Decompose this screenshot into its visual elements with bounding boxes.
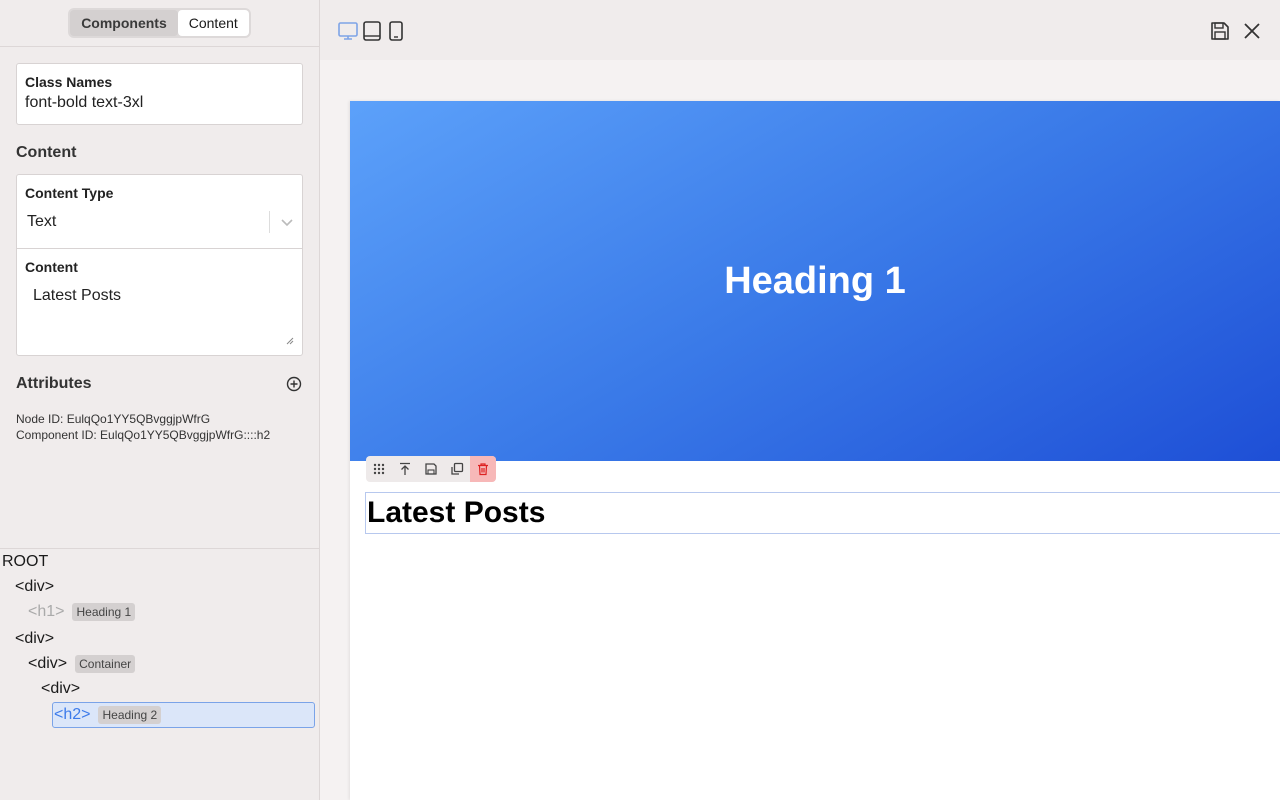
content-type-select[interactable]: Text: [25, 209, 294, 235]
tree-node-tag: <div>: [15, 578, 55, 595]
sidebar-tabbar: Components Content: [0, 0, 319, 47]
tree-node-div[interactable]: <div>: [41, 680, 80, 698]
save-icon[interactable]: [1209, 20, 1231, 42]
tree-node-tag: <div>: [41, 680, 81, 697]
delete-button[interactable]: [470, 456, 496, 482]
tree-root-label: ROOT: [2, 553, 49, 570]
tree-node-badge: Heading 2: [98, 706, 162, 724]
tree-node-tag: <div>: [15, 630, 55, 647]
duplicate-button[interactable]: [444, 456, 470, 482]
content-textarea[interactable]: Latest Posts: [25, 283, 294, 345]
select-separator: [269, 211, 270, 233]
hero-heading[interactable]: Heading 1: [724, 260, 906, 303]
drag-handle-button[interactable]: [366, 456, 392, 482]
content-type-field: Content Type Text: [16, 174, 303, 249]
content-type-value: Text: [27, 213, 57, 230]
desktop-view-icon[interactable]: [337, 20, 359, 42]
attributes-title: Attributes: [16, 375, 92, 392]
selected-heading-frame[interactable]: Latest Posts: [365, 492, 1280, 534]
layer-tree: ROOT <div> <h1> Heading 1 <div> <div> Co…: [0, 548, 319, 800]
tree-node-div[interactable]: <div>: [15, 630, 54, 648]
tab-content[interactable]: Content: [177, 10, 249, 36]
tree-root[interactable]: ROOT: [2, 553, 48, 571]
tree-node-tag: <div>: [28, 655, 68, 672]
resize-handle-icon[interactable]: [286, 337, 294, 345]
mobile-view-icon[interactable]: [385, 20, 407, 42]
tab-components[interactable]: Components: [70, 10, 178, 36]
tree-node-badge: Heading 1: [72, 603, 136, 621]
tree-node-div[interactable]: <div>: [15, 578, 54, 596]
save-icon: [425, 463, 437, 475]
tree-node-tag: <h2>: [54, 706, 91, 723]
arrow-up-to-line-icon: [400, 462, 410, 475]
chevron-down-icon[interactable]: [280, 215, 294, 229]
tree-node-tag: <h1>: [28, 603, 65, 620]
tree-node-h1[interactable]: <h1> Heading 1: [28, 603, 136, 621]
close-icon[interactable]: [1241, 20, 1263, 42]
tablet-view-icon[interactable]: [361, 20, 383, 42]
content-section-title: Content: [16, 144, 77, 161]
class-names-input[interactable]: font-bold text-3xl: [25, 94, 294, 112]
add-attribute-icon[interactable]: [286, 376, 302, 392]
tree-node-badge: Container: [75, 655, 136, 673]
tab-group: Components Content: [68, 8, 251, 38]
node-id: Node ID: EulqQo1YY5QBvggjpWfrG: [16, 412, 211, 426]
copy-icon: [451, 462, 464, 475]
tree-node-h2-selected[interactable]: <h2> Heading 2: [52, 702, 315, 728]
sidebar: Components Content Class Names font-bold…: [0, 0, 320, 800]
drag-handle-icon: [373, 463, 385, 475]
hero-section[interactable]: Heading 1: [350, 101, 1280, 461]
content-textarea-value: Latest Posts: [33, 287, 122, 304]
content-type-label: Content Type: [25, 185, 114, 201]
tree-node-container[interactable]: <div> Container: [28, 655, 136, 673]
content-field: Content Latest Posts: [16, 248, 303, 356]
section-heading[interactable]: Latest Posts: [366, 496, 545, 530]
component-id: Component ID: EulqQo1YY5QBvggjpWfrG::::h…: [16, 428, 271, 442]
content-label: Content: [25, 259, 78, 275]
class-names-field[interactable]: Class Names font-bold text-3xl: [16, 63, 303, 125]
trash-icon: [478, 463, 488, 476]
element-toolbar: [366, 456, 496, 482]
save-component-button[interactable]: [418, 456, 444, 482]
class-names-label: Class Names: [25, 74, 113, 90]
select-parent-button[interactable]: [392, 456, 418, 482]
